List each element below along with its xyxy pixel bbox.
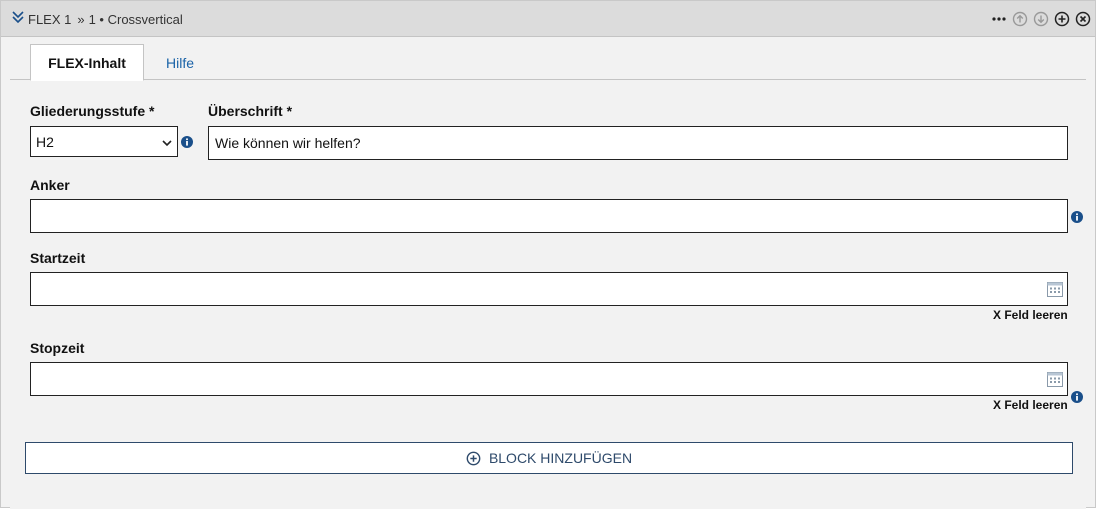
collapse-icon[interactable] [10, 9, 26, 25]
start-input[interactable] [30, 272, 1068, 306]
item-label: 1 • Crossvertical [88, 12, 183, 27]
more-icon[interactable] [990, 10, 1008, 28]
stop-clear-link[interactable]: X Feld leeren [993, 398, 1068, 412]
heading-input[interactable] [208, 126, 1068, 160]
level-value: H2 [36, 133, 54, 150]
title-separator: » [77, 12, 85, 27]
plus-circle-icon [466, 451, 481, 466]
tab-hilfe[interactable]: Hilfe [150, 44, 210, 81]
start-clear-link[interactable]: X Feld leeren [993, 308, 1068, 322]
move-up-icon[interactable] [1011, 10, 1029, 28]
tab-bar: FLEX-Inhalt Hilfe [10, 44, 1086, 81]
close-icon[interactable] [1074, 10, 1092, 28]
start-label: Startzeit [30, 250, 86, 266]
add-block-button[interactable]: BLOCK HINZUFÜGEN [25, 442, 1073, 474]
add-block-label: BLOCK HINZUFÜGEN [488, 450, 633, 466]
move-down-icon[interactable] [1032, 10, 1050, 28]
panel-title: FLEX 1 » 1 • Crossvertical [28, 12, 183, 27]
panel-titlebar: FLEX 1 » 1 • Crossvertical [1, 1, 1095, 37]
anchor-input[interactable] [30, 199, 1068, 233]
panel-actions [990, 10, 1092, 28]
anchor-info-icon[interactable] [1071, 211, 1083, 223]
heading-label: Überschrift * [208, 103, 293, 119]
chevron-down-icon [161, 136, 173, 152]
stop-input[interactable] [30, 362, 1068, 396]
panel-content: FLEX-Inhalt Hilfe Gliederungsstufe * H2 … [10, 38, 1086, 509]
level-label: Gliederungsstufe * [30, 103, 155, 119]
flex-panel: FLEX 1 » 1 • Crossvertical FLEX-Inhalt Hil… [0, 0, 1096, 509]
anchor-label: Anker [30, 177, 70, 193]
level-info-icon[interactable] [181, 136, 193, 148]
stop-info-icon[interactable] [1071, 391, 1083, 403]
level-select[interactable]: H2 [30, 126, 178, 157]
add-icon[interactable] [1053, 10, 1071, 28]
calendar-icon[interactable] [1047, 371, 1063, 387]
tab-flex-inhalt[interactable]: FLEX-Inhalt [30, 44, 144, 81]
calendar-icon[interactable] [1047, 281, 1063, 297]
flex-label: FLEX 1 [28, 12, 72, 27]
stop-label: Stopzeit [30, 340, 85, 356]
